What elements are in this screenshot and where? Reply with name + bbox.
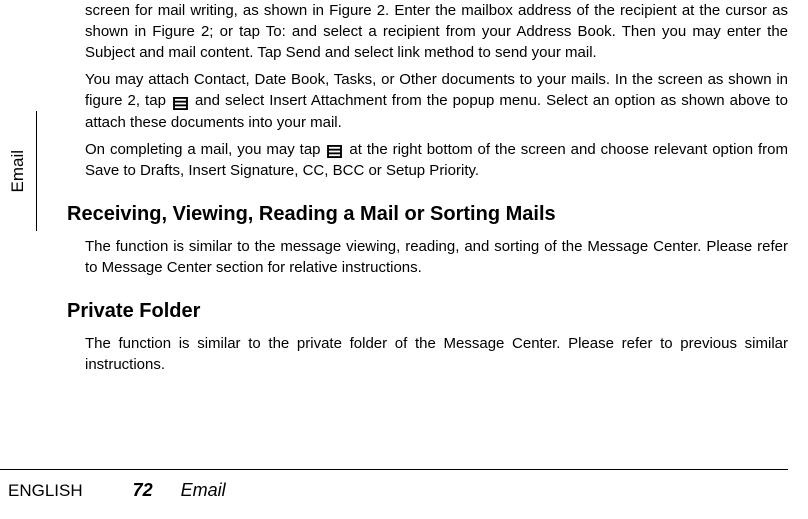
side-tab-email: Email — [0, 111, 37, 231]
paragraph-attachment: You may attach Contact, Date Book, Tasks… — [85, 69, 788, 133]
heading-private-folder: Private Folder — [67, 300, 788, 323]
footer-language: ENGLISH — [8, 481, 83, 501]
menu-icon — [327, 139, 342, 160]
paragraph-attachment-part-b: and select Insert Attachment from the po… — [85, 92, 788, 131]
paragraph-private-folder: The function is similar to the private f… — [85, 333, 788, 375]
heading-receiving: Receiving, Viewing, Reading a Mail or So… — [67, 203, 788, 226]
paragraph-receiving: The function is similar to the message v… — [85, 236, 788, 278]
side-tab-label: Email — [8, 150, 28, 193]
paragraph-completion-part-a: On completing a mail, you may tap — [85, 141, 325, 158]
paragraph-completion: On completing a mail, you may tap at the… — [85, 139, 788, 182]
page-content: screen for mail writing, as shown in Fig… — [85, 0, 788, 375]
paragraph-mail-writing: screen for mail writing, as shown in Fig… — [85, 0, 788, 63]
footer-page-number: 72 — [133, 480, 153, 501]
footer-chapter-title: Email — [181, 480, 226, 501]
menu-icon — [173, 91, 188, 112]
page-footer: ENGLISH 72 Email — [0, 469, 808, 501]
